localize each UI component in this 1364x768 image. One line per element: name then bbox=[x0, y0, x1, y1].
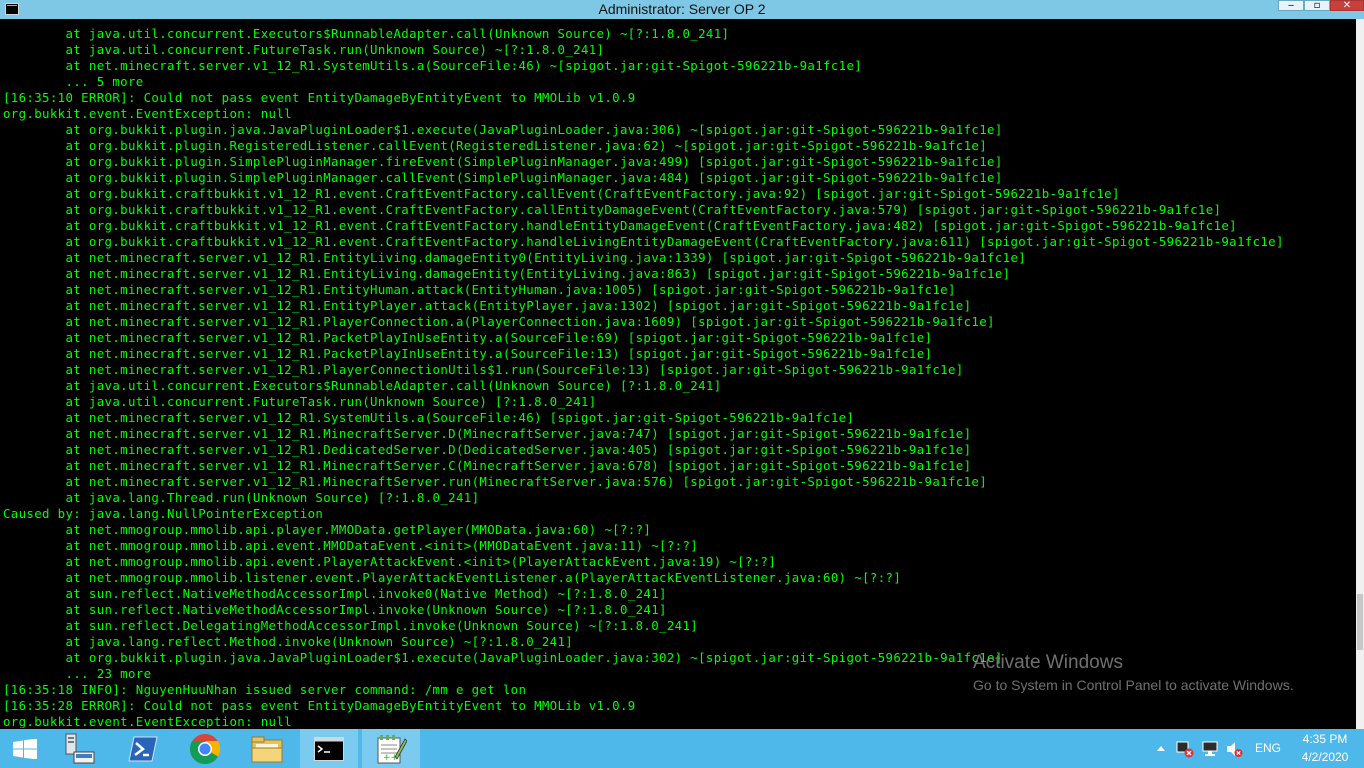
console-line: at net.minecraft.server.v1_12_R1.PacketP… bbox=[3, 346, 933, 361]
console-line: at org.bukkit.craftbukkit.v1_12_R1.event… bbox=[3, 186, 1120, 201]
console-line: at org.bukkit.plugin.java.JavaPluginLoad… bbox=[3, 650, 1003, 665]
console-line: at net.minecraft.server.v1_12_R1.EntityH… bbox=[3, 282, 956, 297]
console-line: at org.bukkit.plugin.java.JavaPluginLoad… bbox=[3, 122, 1003, 137]
clock-date[interactable]: 4/2/2020 bbox=[1294, 750, 1356, 764]
activate-windows-subtext: Go to System in Control Panel to activat… bbox=[973, 677, 1294, 693]
console-line: at java.util.concurrent.FutureTask.run(U… bbox=[3, 42, 605, 57]
server-manager-icon bbox=[65, 733, 95, 764]
console-line: at net.minecraft.server.v1_12_R1.Minecra… bbox=[3, 458, 972, 473]
console-line: [16:35:28 ERROR]: Could not pass event E… bbox=[3, 698, 636, 713]
activate-windows-heading: Activate Windows bbox=[973, 652, 1123, 673]
console-line: org.bukkit.event.EventException: null bbox=[3, 106, 292, 121]
console-line: at org.bukkit.plugin.RegisteredListener.… bbox=[3, 138, 988, 153]
console-line: at net.minecraft.server.v1_12_R1.Minecra… bbox=[3, 474, 988, 489]
minimize-button[interactable]: ‒ bbox=[1278, 0, 1304, 11]
console-line: at net.mmogroup.mmolib.listener.event.Pl… bbox=[3, 570, 902, 585]
console-line: at java.util.concurrent.FutureTask.run(U… bbox=[3, 394, 597, 409]
console-line: at net.minecraft.server.v1_12_R1.Minecra… bbox=[3, 426, 972, 441]
taskbar: ++ ENG 4:35 PM 4/2/2020 bbox=[0, 729, 1364, 768]
input-language-indicator[interactable]: ENG bbox=[1255, 741, 1281, 755]
network-icon[interactable] bbox=[1201, 740, 1219, 758]
console-line: at java.lang.reflect.Method.invoke(Unkno… bbox=[3, 634, 574, 649]
console-line: [16:35:18 INFO]: NguyenHuuNhan issued se… bbox=[3, 682, 527, 697]
clock-time[interactable]: 4:35 PM bbox=[1294, 732, 1356, 746]
console-line: at net.minecraft.server.v1_12_R1.SystemU… bbox=[3, 410, 855, 425]
vertical-scrollbar[interactable] bbox=[1356, 19, 1364, 729]
maximize-button[interactable]: ▫ bbox=[1304, 0, 1330, 11]
console-line: org.bukkit.event.EventException: null bbox=[3, 714, 292, 728]
console-line: at sun.reflect.DelegatingMethodAccessorI… bbox=[3, 618, 699, 633]
console-line: at net.minecraft.server.v1_12_R1.SystemU… bbox=[3, 58, 863, 73]
console-line: at net.minecraft.server.v1_12_R1.PacketP… bbox=[3, 330, 933, 345]
network-alert-icon[interactable] bbox=[1176, 740, 1194, 758]
taskbar-chrome[interactable] bbox=[176, 729, 234, 768]
powershell-icon bbox=[128, 736, 158, 762]
console-line: [16:35:10 ERROR]: Could not pass event E… bbox=[3, 90, 636, 105]
console-line: at net.minecraft.server.v1_12_R1.EntityP… bbox=[3, 298, 972, 313]
console-line: Caused by: java.lang.NullPointerExceptio… bbox=[3, 506, 324, 521]
console-line: at net.minecraft.server.v1_12_R1.EntityL… bbox=[3, 266, 1011, 281]
taskbar-command-prompt[interactable] bbox=[300, 729, 358, 768]
show-hidden-icons-icon[interactable] bbox=[1156, 745, 1166, 753]
taskbar-server-manager[interactable] bbox=[52, 729, 110, 768]
close-button[interactable]: ✕ bbox=[1330, 0, 1364, 11]
console-output[interactable]: at java.util.concurrent.Executors$Runnab… bbox=[0, 26, 1356, 728]
console-line: at sun.reflect.NativeMethodAccessorImpl.… bbox=[3, 602, 667, 617]
console-line: at java.lang.Thread.run(Unknown Source) … bbox=[3, 490, 480, 505]
console-line: at org.bukkit.plugin.SimplePluginManager… bbox=[3, 154, 1003, 169]
console-line: at net.mmogroup.mmolib.api.event.MMOData… bbox=[3, 538, 699, 553]
svg-text:++: ++ bbox=[383, 753, 398, 763]
console-line: ... 5 more bbox=[3, 74, 144, 89]
console-line: ... 23 more bbox=[3, 666, 152, 681]
console-line: at net.minecraft.server.v1_12_R1.PlayerC… bbox=[3, 314, 995, 329]
scrollbar-thumb[interactable] bbox=[1357, 594, 1363, 650]
start-button[interactable] bbox=[0, 729, 58, 768]
console-line: at java.util.concurrent.Executors$Runnab… bbox=[3, 26, 730, 41]
console-line: at net.minecraft.server.v1_12_R1.Dedicat… bbox=[3, 442, 972, 457]
window-title: Administrator: Server OP 2 bbox=[598, 1, 766, 17]
chrome-icon bbox=[189, 734, 221, 765]
window-titlebar[interactable]: Administrator: Server OP 2 ‒ ▫ ✕ bbox=[0, 0, 1364, 19]
cmd-icon bbox=[314, 737, 344, 761]
taskbar-notepad-plus-plus[interactable]: ++ bbox=[362, 729, 420, 768]
folder-icon bbox=[251, 736, 283, 763]
notepad-icon: ++ bbox=[377, 735, 407, 764]
console-line: at org.bukkit.craftbukkit.v1_12_R1.event… bbox=[3, 202, 1222, 217]
console-line: at net.mmogroup.mmolib.api.player.MMODat… bbox=[3, 522, 652, 537]
console-line: at net.minecraft.server.v1_12_R1.PlayerC… bbox=[3, 362, 964, 377]
taskbar-powershell[interactable] bbox=[114, 729, 172, 768]
console-line: at org.bukkit.plugin.SimplePluginManager… bbox=[3, 170, 1003, 185]
console-line: at net.mmogroup.mmolib.api.event.PlayerA… bbox=[3, 554, 777, 569]
taskbar-file-explorer[interactable] bbox=[238, 729, 296, 768]
console-line: at net.minecraft.server.v1_12_R1.EntityL… bbox=[3, 250, 1027, 265]
console-line: at org.bukkit.craftbukkit.v1_12_R1.event… bbox=[3, 234, 1284, 249]
console-line: at java.util.concurrent.Executors$Runnab… bbox=[3, 378, 722, 393]
console-line: at org.bukkit.craftbukkit.v1_12_R1.event… bbox=[3, 218, 1237, 233]
windows-logo-icon bbox=[13, 739, 37, 759]
speaker-muted-icon[interactable] bbox=[1225, 740, 1243, 758]
console-line: at sun.reflect.NativeMethodAccessorImpl.… bbox=[3, 586, 667, 601]
